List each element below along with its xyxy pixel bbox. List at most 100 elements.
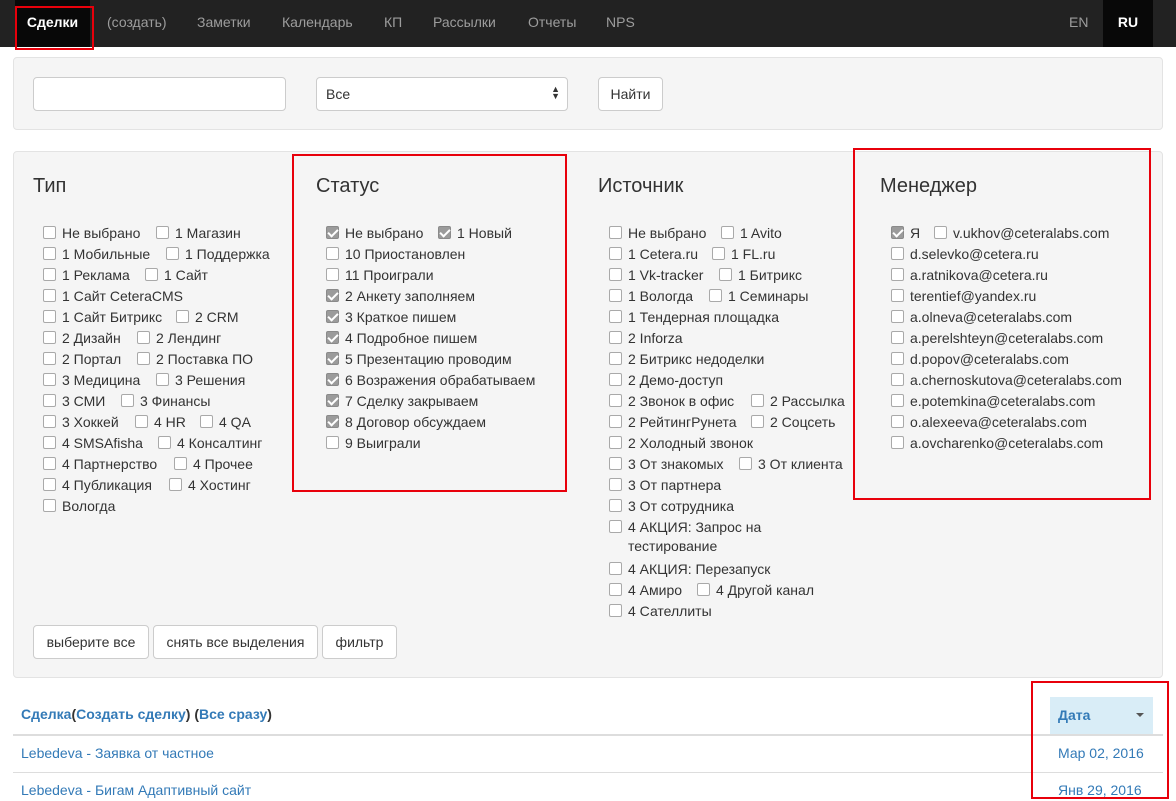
checkbox-icon[interactable]: [891, 415, 904, 428]
deselect-all-button[interactable]: снять все выделения: [153, 625, 318, 659]
checkbox-icon[interactable]: [934, 226, 947, 239]
source-filter-checkbox[interactable]: 1 Битрикс: [719, 264, 802, 285]
select-all-button[interactable]: выберите все: [33, 625, 149, 659]
nav-reports[interactable]: Отчеты: [528, 0, 576, 47]
checkbox-icon[interactable]: [751, 394, 764, 407]
checkbox-icon[interactable]: [609, 478, 622, 491]
checked-checkbox-icon[interactable]: [326, 394, 339, 407]
type-filter-checkbox[interactable]: 2 CRM: [176, 306, 239, 327]
source-filter-checkbox[interactable]: Не выбрано: [609, 222, 706, 243]
lang-en[interactable]: EN: [1069, 0, 1088, 47]
type-filter-checkbox[interactable]: Не выбрано: [43, 222, 140, 243]
status-select[interactable]: Все ▲ ▼: [316, 77, 568, 111]
checkbox-icon[interactable]: [43, 478, 56, 491]
checkbox-icon[interactable]: [721, 226, 734, 239]
type-filter-checkbox[interactable]: 3 Решения: [156, 369, 245, 390]
source-filter-checkbox[interactable]: 3 От сотрудника: [609, 495, 734, 516]
manager-filter-checkbox[interactable]: d.selevko@cetera.ru: [891, 243, 1039, 264]
type-filter-checkbox[interactable]: 4 Партнерство: [43, 453, 157, 474]
checkbox-icon[interactable]: [609, 247, 622, 260]
checkbox-icon[interactable]: [891, 331, 904, 344]
checkbox-icon[interactable]: [43, 247, 56, 260]
checked-checkbox-icon[interactable]: [326, 352, 339, 365]
status-filter-checkbox[interactable]: 7 Сделку закрываем: [326, 390, 478, 411]
status-filter-checkbox[interactable]: 2 Анкету заполняем: [326, 285, 475, 306]
lang-ru[interactable]: RU: [1103, 0, 1153, 47]
find-button[interactable]: Найти: [598, 77, 663, 111]
source-filter-checkbox[interactable]: 4 Другой канал: [697, 579, 814, 600]
checkbox-icon[interactable]: [609, 373, 622, 386]
nav-mailings[interactable]: Рассылки: [433, 0, 496, 47]
source-filter-checkbox[interactable]: 3 От партнера: [609, 474, 721, 495]
checkbox-icon[interactable]: [43, 499, 56, 512]
checkbox-icon[interactable]: [169, 478, 182, 491]
source-filter-checkbox[interactable]: 1 FL.ru: [712, 243, 775, 264]
table-row-deal-link[interactable]: Lebedeva - Бигам Адаптивный сайт: [21, 782, 251, 798]
type-filter-checkbox[interactable]: 4 HR: [135, 411, 186, 432]
manager-filter-checkbox[interactable]: Я: [891, 222, 920, 243]
all-at-once-link[interactable]: Все сразу: [199, 706, 267, 722]
source-filter-checkbox[interactable]: 1 Семинары: [709, 285, 808, 306]
checkbox-icon[interactable]: [121, 394, 134, 407]
filter-button[interactable]: фильтр: [322, 625, 397, 659]
source-filter-checkbox[interactable]: 4 АКЦИЯ: Запрос на: [609, 516, 761, 537]
checkbox-icon[interactable]: [176, 310, 189, 323]
checkbox-icon[interactable]: [156, 373, 169, 386]
checked-checkbox-icon[interactable]: [438, 226, 451, 239]
manager-filter-checkbox[interactable]: v.ukhov@ceteralabs.com: [934, 222, 1109, 243]
checked-checkbox-icon[interactable]: [326, 310, 339, 323]
source-filter-checkbox[interactable]: 3 От клиента: [739, 453, 843, 474]
checkbox-icon[interactable]: [43, 394, 56, 407]
type-filter-checkbox[interactable]: 1 Поддержка: [166, 243, 270, 264]
checkbox-icon[interactable]: [326, 268, 339, 281]
source-filter-checkbox[interactable]: 3 От знакомых: [609, 453, 724, 474]
status-filter-checkbox[interactable]: 4 Подробное пишем: [326, 327, 477, 348]
checkbox-icon[interactable]: [712, 247, 725, 260]
nav-kp[interactable]: КП: [384, 0, 402, 47]
checkbox-icon[interactable]: [609, 268, 622, 281]
checkbox-icon[interactable]: [174, 457, 187, 470]
nav-notes[interactable]: Заметки: [197, 0, 251, 47]
source-filter-checkbox[interactable]: 2 РейтингРунета: [609, 411, 737, 432]
type-filter-checkbox[interactable]: Вологда: [43, 495, 115, 516]
checkbox-icon[interactable]: [891, 436, 904, 449]
status-filter-checkbox[interactable]: 10 Приостановлен: [326, 243, 465, 264]
date-column-header[interactable]: Дата: [1050, 697, 1153, 734]
manager-filter-checkbox[interactable]: d.popov@ceteralabs.com: [891, 348, 1069, 369]
nav-create[interactable]: (создать): [107, 0, 167, 47]
deal-column-link[interactable]: Сделка: [21, 706, 71, 722]
checkbox-icon[interactable]: [891, 289, 904, 302]
checkbox-icon[interactable]: [609, 310, 622, 323]
checked-checkbox-icon[interactable]: [326, 373, 339, 386]
checked-checkbox-icon[interactable]: [326, 331, 339, 344]
checkbox-icon[interactable]: [609, 415, 622, 428]
type-filter-checkbox[interactable]: 4 SMSAfisha: [43, 432, 143, 453]
source-filter-checkbox[interactable]: 4 Сателлиты: [609, 600, 712, 621]
checkbox-icon[interactable]: [609, 394, 622, 407]
checkbox-icon[interactable]: [609, 289, 622, 302]
status-filter-checkbox[interactable]: Не выбрано: [326, 222, 423, 243]
checkbox-icon[interactable]: [891, 310, 904, 323]
status-filter-checkbox[interactable]: 9 Выиграли: [326, 432, 421, 453]
table-row-deal-link[interactable]: Lebedeva - Заявка от частное: [21, 745, 214, 761]
source-filter-checkbox[interactable]: 1 Avito: [721, 222, 782, 243]
status-filter-checkbox[interactable]: 1 Новый: [438, 222, 512, 243]
checkbox-icon[interactable]: [326, 436, 339, 449]
type-filter-checkbox[interactable]: 1 Сайт CeteraCMS: [43, 285, 183, 306]
checkbox-icon[interactable]: [43, 226, 56, 239]
source-filter-checkbox[interactable]: 2 Демо-доступ: [609, 369, 723, 390]
checkbox-icon[interactable]: [43, 331, 56, 344]
type-filter-checkbox[interactable]: 1 Магазин: [156, 222, 241, 243]
source-filter-checkbox[interactable]: 2 Звонок в офис: [609, 390, 734, 411]
status-filter-checkbox[interactable]: 8 Договор обсуждаем: [326, 411, 486, 432]
checkbox-icon[interactable]: [43, 415, 56, 428]
type-filter-checkbox[interactable]: 3 Хоккей: [43, 411, 119, 432]
source-filter-checkbox[interactable]: 2 Inforza: [609, 327, 682, 348]
type-filter-checkbox[interactable]: 2 Поставка ПО: [137, 348, 253, 369]
checkbox-icon[interactable]: [609, 499, 622, 512]
checkbox-icon[interactable]: [891, 352, 904, 365]
manager-filter-checkbox[interactable]: terentief@yandex.ru: [891, 285, 1036, 306]
manager-filter-checkbox[interactable]: a.olneva@ceteralabs.com: [891, 306, 1072, 327]
manager-filter-checkbox[interactable]: a.ovcharenko@ceteralabs.com: [891, 432, 1103, 453]
type-filter-checkbox[interactable]: 4 Хостинг: [169, 474, 251, 495]
